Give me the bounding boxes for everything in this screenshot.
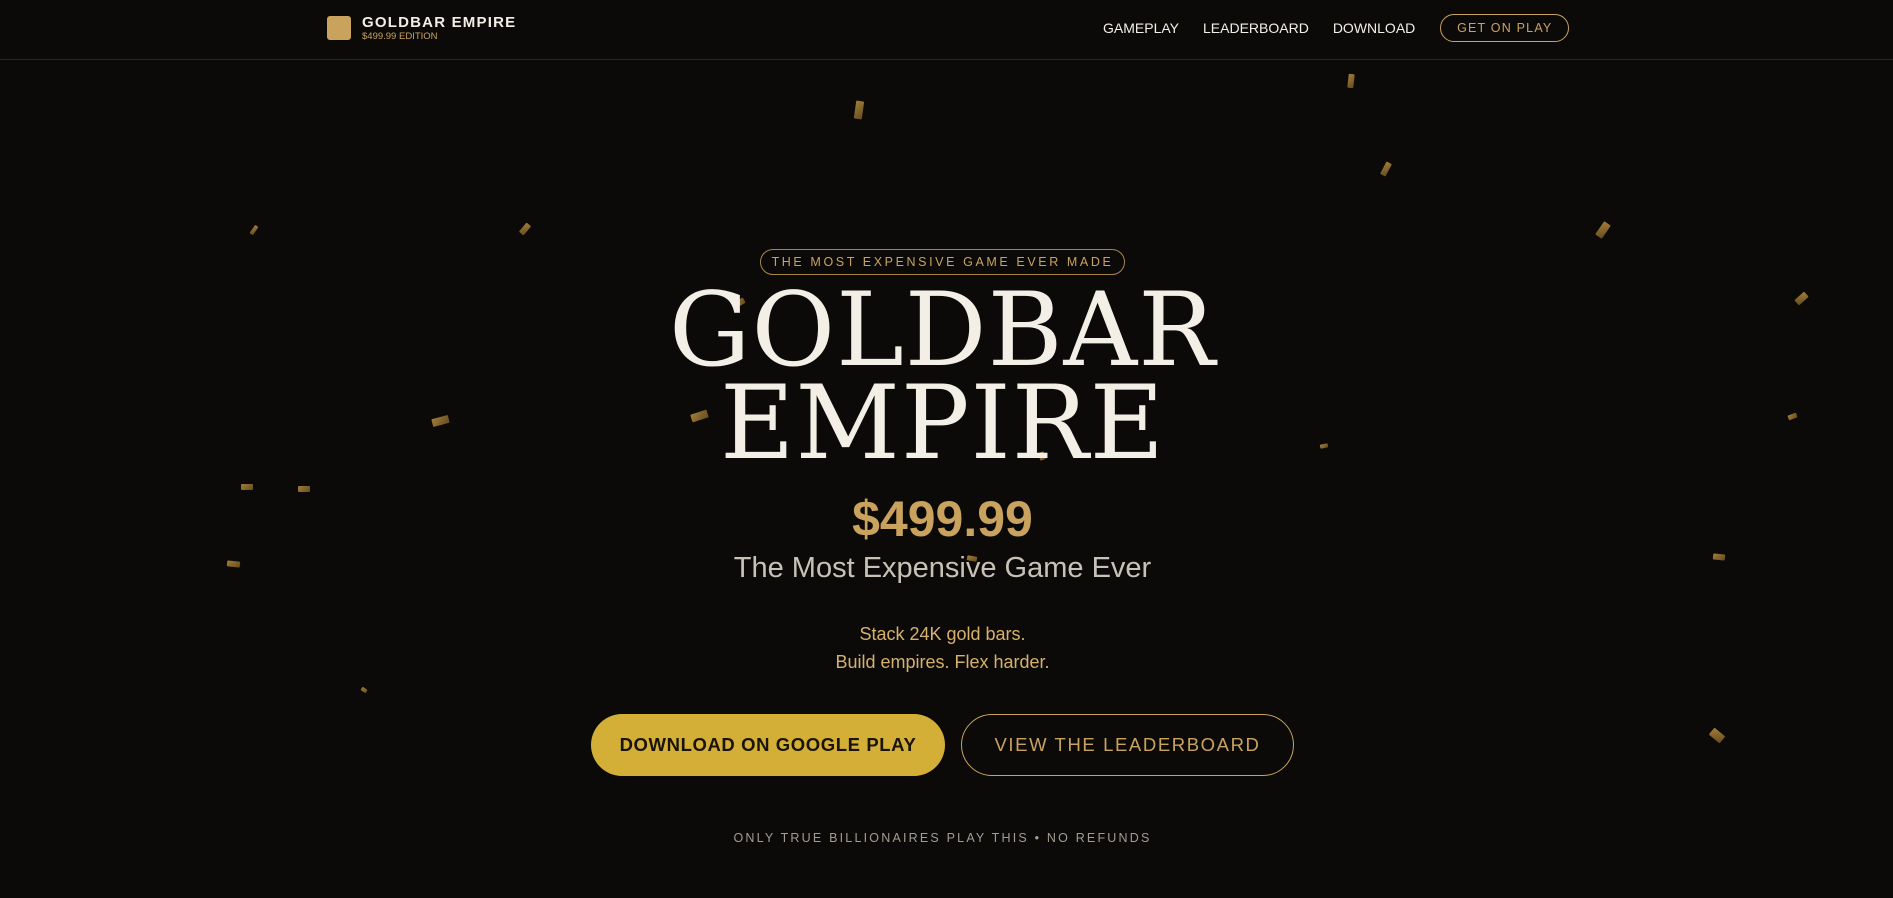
view-leaderboard-button[interactable]: VIEW THE LEADERBOARD xyxy=(961,714,1294,776)
download-google-play-button[interactable]: DOWNLOAD ON GOOGLE PLAY xyxy=(591,714,945,776)
nav-link-gameplay[interactable]: GAMEPLAY xyxy=(1103,13,1179,43)
tagline-line-2: Build empires. Flex harder. xyxy=(835,652,1050,672)
get-on-play-button[interactable]: GET ON PLAY xyxy=(1440,14,1570,42)
tagline-line-1: Stack 24K gold bars. xyxy=(859,624,1026,644)
gold-bar-particle xyxy=(241,484,253,490)
brand[interactable]: GOLDBAR EMPIRE $499.99 EDITION xyxy=(327,15,516,43)
top-nav: GOLDBAR EMPIRE $499.99 EDITION GAMEPLAY … xyxy=(0,0,1893,60)
page: GOLDBAR EMPIRE $499.99 EDITION GAMEPLAY … xyxy=(0,0,1893,898)
subtitle: The Most Expensive Game Ever xyxy=(733,552,1152,584)
gold-bar-particle xyxy=(853,100,865,120)
tagline: Stack 24K gold bars. Build empires. Flex… xyxy=(0,620,1885,676)
gold-bar-particle xyxy=(518,222,532,236)
gold-bar-particle xyxy=(1708,727,1726,744)
brand-name: GOLDBAR EMPIRE xyxy=(362,14,517,31)
gold-bar-particle xyxy=(1595,221,1611,239)
gold-bar-particle xyxy=(1347,73,1355,89)
nav-links: GAMEPLAY LEADERBOARD DOWNLOAD GET ON PLA… xyxy=(1103,13,1570,43)
gold-bar-particle xyxy=(360,686,368,694)
gold-bar-logo-icon xyxy=(327,16,351,40)
price: $499.99 xyxy=(852,491,1033,547)
hero-title: GOLDBAR EMPIRE xyxy=(0,280,1885,483)
hero-title-line-2: EMPIRE xyxy=(719,364,1166,483)
gold-bar-particle xyxy=(249,224,259,236)
footnote: ONLY TRUE BILLIONAIRES PLAY THIS • NO RE… xyxy=(733,831,1152,845)
gold-bar-particle xyxy=(1380,161,1392,177)
nav-link-leaderboard[interactable]: LEADERBOARD xyxy=(1203,13,1309,43)
nav-link-download[interactable]: DOWNLOAD xyxy=(1333,13,1415,43)
brand-text: GOLDBAR EMPIRE $499.99 EDITION xyxy=(362,15,516,43)
brand-edition: $499.99 EDITION xyxy=(362,31,438,42)
